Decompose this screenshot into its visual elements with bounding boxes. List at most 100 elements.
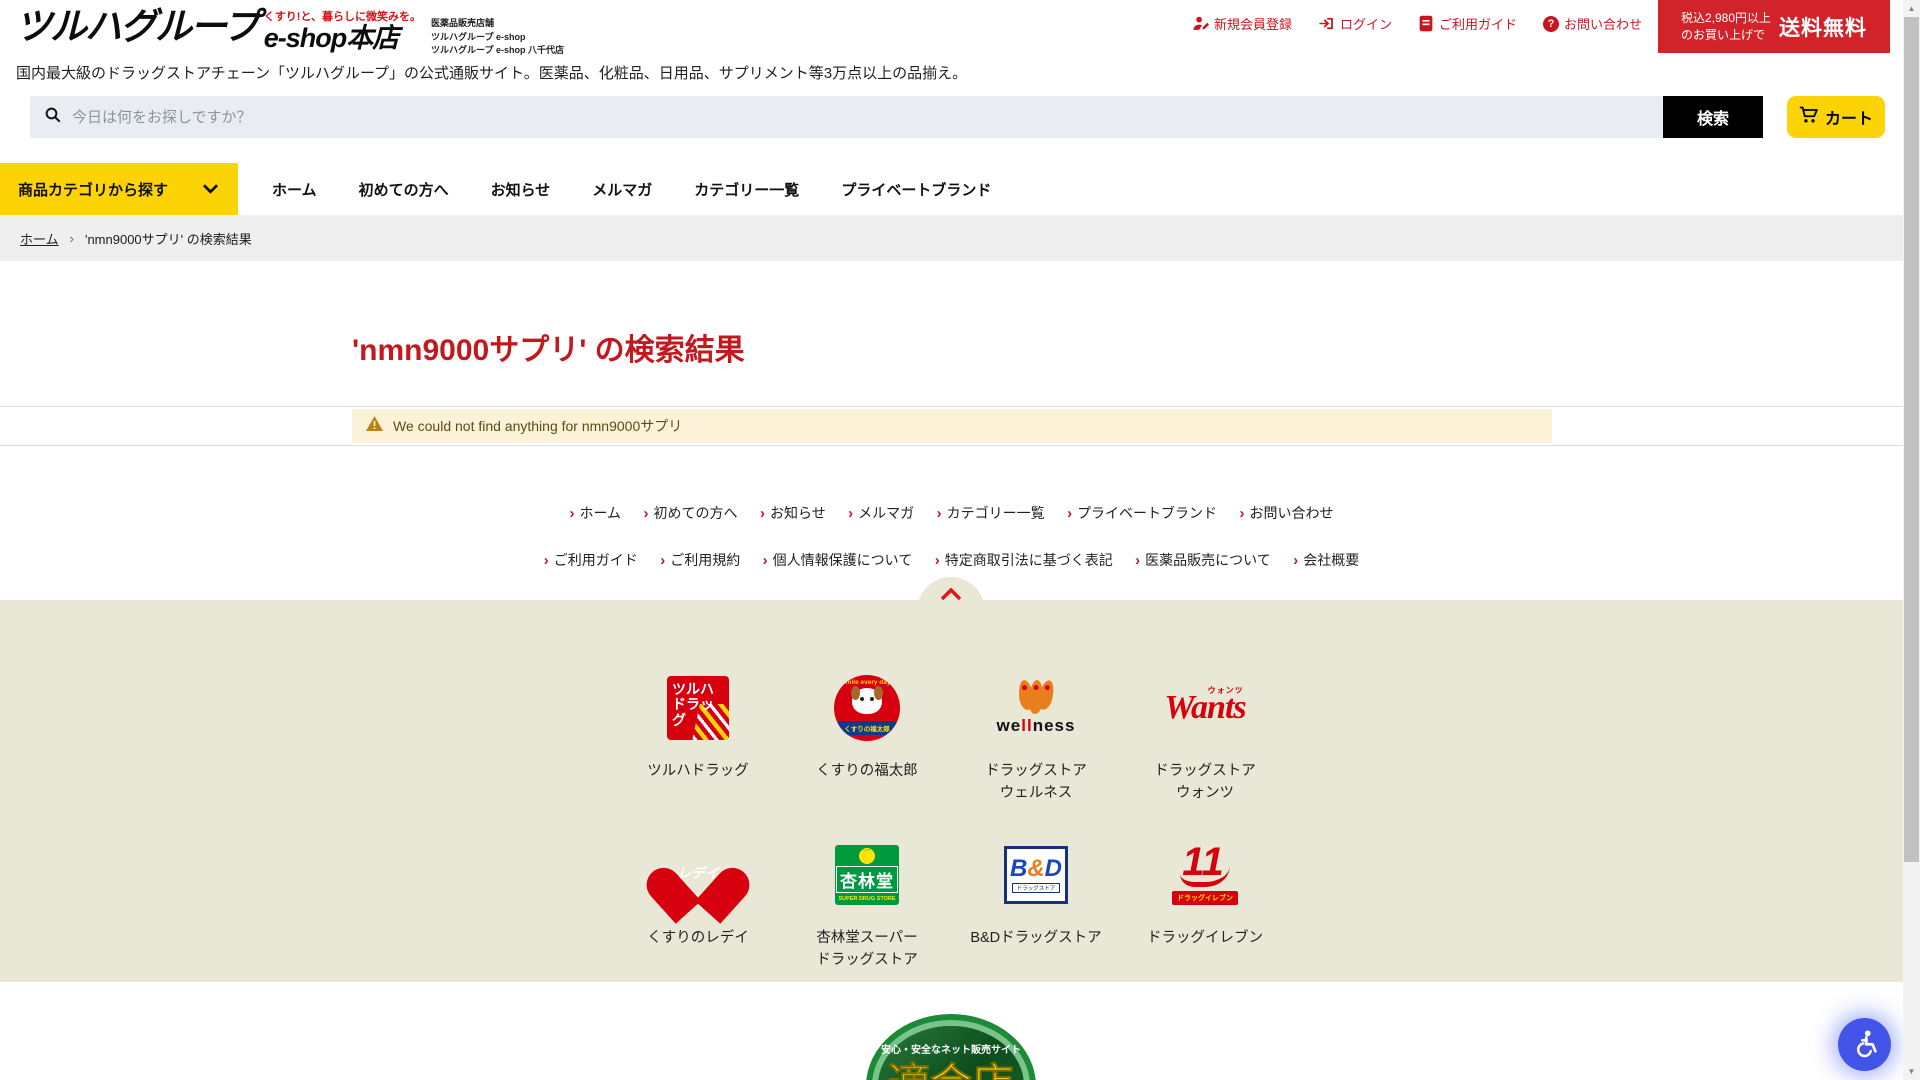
footer-links-row1: ›ホーム ›初めての方へ ›お知らせ ›メルマガ ›カテゴリー一覧 ›プライベー… (0, 503, 1903, 523)
footer-link-label: プライベートブランド (1077, 503, 1217, 523)
nav-item-news[interactable]: お知らせ (491, 179, 551, 200)
footer-link-privacy[interactable]: ›個人情報保護について (763, 550, 913, 570)
fukutaro-banner-text: くすりの福太郎 (837, 721, 897, 735)
nav-item-category-list[interactable]: カテゴリー一覧 (694, 179, 799, 200)
footer-link-home[interactable]: › ホーム (569, 503, 621, 523)
chevron-right-icon: › (848, 505, 853, 522)
nav-item-home[interactable]: ホーム (272, 179, 317, 200)
brand-label: B&Dドラッグストア (970, 927, 1101, 949)
user-register-icon (1192, 15, 1209, 32)
contact-label: お問い合わせ (1564, 14, 1642, 33)
brand-grid: ツルハ ドラッグ ツルハドラッグ Smile every day! くすりの福太… (614, 662, 1290, 972)
nav-item-first-time[interactable]: 初めての方へ (359, 179, 449, 200)
register-label: 新規会員登録 (1214, 14, 1292, 33)
accessibility-button[interactable] (1838, 1018, 1891, 1071)
search-bar[interactable] (30, 96, 1663, 138)
store-info: 医薬品販売店舗 ツルハグループ e-shop ツルハグループ e-shop 八千… (431, 8, 564, 58)
login-link[interactable]: ログイン (1318, 14, 1392, 33)
header-utility-links: 新規会員登録 ログイン ご利用ガイド ? お問い合わせ (1192, 14, 1642, 33)
breadcrumb-separator: › (70, 231, 74, 246)
tsuruha-logo-text: ツルハ ドラッグ (672, 682, 724, 728)
brand-tsuruha-drug[interactable]: ツルハ ドラッグ ツルハドラッグ (614, 662, 783, 805)
scrollbar[interactable]: ▲ ▼ (1903, 0, 1920, 1080)
footer-link-guide[interactable]: ›ご利用ガイド (544, 550, 638, 570)
bd-logo: B&D ドラッグストア (1004, 846, 1068, 904)
breadcrumb-current: 'nmn9000サプリ' の検索結果 (85, 229, 252, 248)
scrollbar-down-arrow[interactable]: ▼ (1903, 1063, 1920, 1080)
scrollbar-up-arrow[interactable]: ▲ (1903, 0, 1920, 17)
footer-link-commerce-law[interactable]: ›特定商取引法に基づく表記 (935, 550, 1113, 570)
free-shipping-banner: 税込2,980円以上 のお買い上げで 送料無料 (1658, 0, 1890, 53)
warning-band: We could not find anything for nmn9000サプ… (0, 406, 1903, 446)
dog-mascot-icon (852, 688, 882, 714)
brand-slogan: くすり!と、暮らしに微笑みを。 (264, 8, 421, 24)
login-label: ログイン (1340, 14, 1392, 33)
warning-icon (366, 416, 383, 436)
chevron-right-icon: › (569, 505, 574, 522)
search-input[interactable] (72, 109, 1663, 126)
chevron-right-icon: › (1293, 552, 1298, 569)
chevron-right-icon: › (644, 505, 649, 522)
nav-item-private-brand[interactable]: プライベートブランド (841, 179, 991, 200)
search-button[interactable]: 検索 (1663, 96, 1763, 138)
brand-kyorindo[interactable]: 杏林堂 SUPER DRUG STORE 杏林堂スーパー ドラッグストア (783, 829, 952, 972)
scrollbar-thumb[interactable] (1904, 17, 1919, 862)
footer-link-company[interactable]: ›会社概要 (1293, 550, 1359, 570)
footer-link-label: ホーム (579, 503, 621, 523)
chevron-right-icon: › (763, 552, 768, 569)
footer-link-first-time[interactable]: › 初めての方へ (644, 503, 738, 523)
breadcrumb-home-link[interactable]: ホーム (20, 229, 59, 248)
brand-label: ドラッグストア ウェルネス (985, 760, 1087, 805)
drug-eleven-number: 11 (1180, 844, 1230, 887)
category-menu-button[interactable]: 商品カテゴリから探す (0, 163, 238, 215)
warning-message: We could not find anything for nmn9000サプ… (393, 416, 682, 436)
kyorindo-logo: 杏林堂 SUPER DRUG STORE (835, 845, 899, 905)
shipping-condition: 税込2,980円以上 のお買い上げで (1681, 10, 1771, 42)
brand-label: 杏林堂スーパー ドラッグストア (816, 927, 918, 972)
bd-letter: B (1010, 855, 1027, 882)
brand-drugstore-wellness[interactable]: wellness ドラッグストア ウェルネス (952, 662, 1121, 805)
footer-link-news[interactable]: ›お知らせ (760, 503, 826, 523)
site-logo[interactable]: ツルハグループ くすり!と、暮らしに微笑みを。 e-shop本店 医薬品販売店舗… (15, 8, 564, 58)
brand-label: ドラッグストア ウォンツ (1154, 760, 1256, 805)
footer-link-label: カテゴリー一覧 (947, 503, 1045, 523)
brand-kusuri-no-fukutaro[interactable]: Smile every day! くすりの福太郎 くすりの福太郎 (783, 662, 952, 805)
footer-link-label: ご利用ガイド (554, 550, 638, 570)
footer-link-category-list[interactable]: › カテゴリー一覧 (937, 503, 1045, 523)
footer-link-label: 初めての方へ (654, 503, 738, 523)
site-tagline: 国内最大級のドラッグストアチェーン「ツルハグループ」の公式通販サイト。医薬品、化… (16, 62, 967, 83)
chevron-right-icon: › (937, 505, 942, 522)
guide-link[interactable]: ご利用ガイド (1418, 14, 1517, 33)
nav-item-mailmag[interactable]: メルマガ (592, 179, 652, 200)
wellness-word-part: we (997, 716, 1022, 735)
brand-drug-eleven[interactable]: 11 ドラッグイレブン ドラッグイレブン (1121, 829, 1290, 972)
footer-link-private-brand[interactable]: ›プライベートブランド (1067, 503, 1217, 523)
main-content: 'nmn9000サプリ' の検索結果 We could not find any… (0, 261, 1903, 570)
chevron-right-icon: › (660, 552, 665, 569)
brand-bd-drugstore[interactable]: B&D ドラッグストア B&Dドラッグストア (952, 829, 1121, 972)
footer-link-mailmag[interactable]: › メルマガ (848, 503, 914, 523)
bd-amp: & (1027, 855, 1044, 882)
footer-link-label: ご利用規約 (670, 550, 740, 570)
brand-label: くすりの福太郎 (816, 760, 918, 782)
fukutaro-logo: Smile every day! くすりの福太郎 (834, 675, 900, 741)
lady-logo-text: レデイ (667, 863, 729, 883)
footer-link-label: メルマガ (858, 503, 914, 523)
footer-brand-area: ツルハ ドラッグ ツルハドラッグ Smile every day! くすりの福太… (0, 600, 1903, 982)
brand-kusuri-no-lady[interactable]: レデイ くすりのレデイ (614, 829, 783, 972)
cart-icon (1799, 105, 1819, 130)
brand-drugstore-wants[interactable]: ウォンツ Wants ドラッグストア ウォンツ (1121, 662, 1290, 805)
cart-button[interactable]: カート (1787, 96, 1885, 138)
footer-link-pharma-sales[interactable]: ›医薬品販売について (1135, 550, 1271, 570)
chevron-right-icon: › (1240, 505, 1245, 522)
wants-logo: ウォンツ Wants (1164, 689, 1245, 727)
footer-link-terms[interactable]: › ご利用規約 (660, 550, 740, 570)
contact-link[interactable]: ? お問い合わせ (1543, 14, 1642, 33)
register-link[interactable]: 新規会員登録 (1192, 14, 1292, 33)
bd-letter: D (1045, 855, 1062, 882)
kyorindo-logo-text: 杏林堂 (836, 866, 898, 893)
drug-eleven-logo: 11 ドラッグイレブン (1172, 844, 1238, 905)
login-icon (1318, 15, 1335, 32)
footer-link-label: 特定商取引法に基づく表記 (945, 550, 1113, 570)
footer-link-contact[interactable]: ›お問い合わせ (1240, 503, 1334, 523)
